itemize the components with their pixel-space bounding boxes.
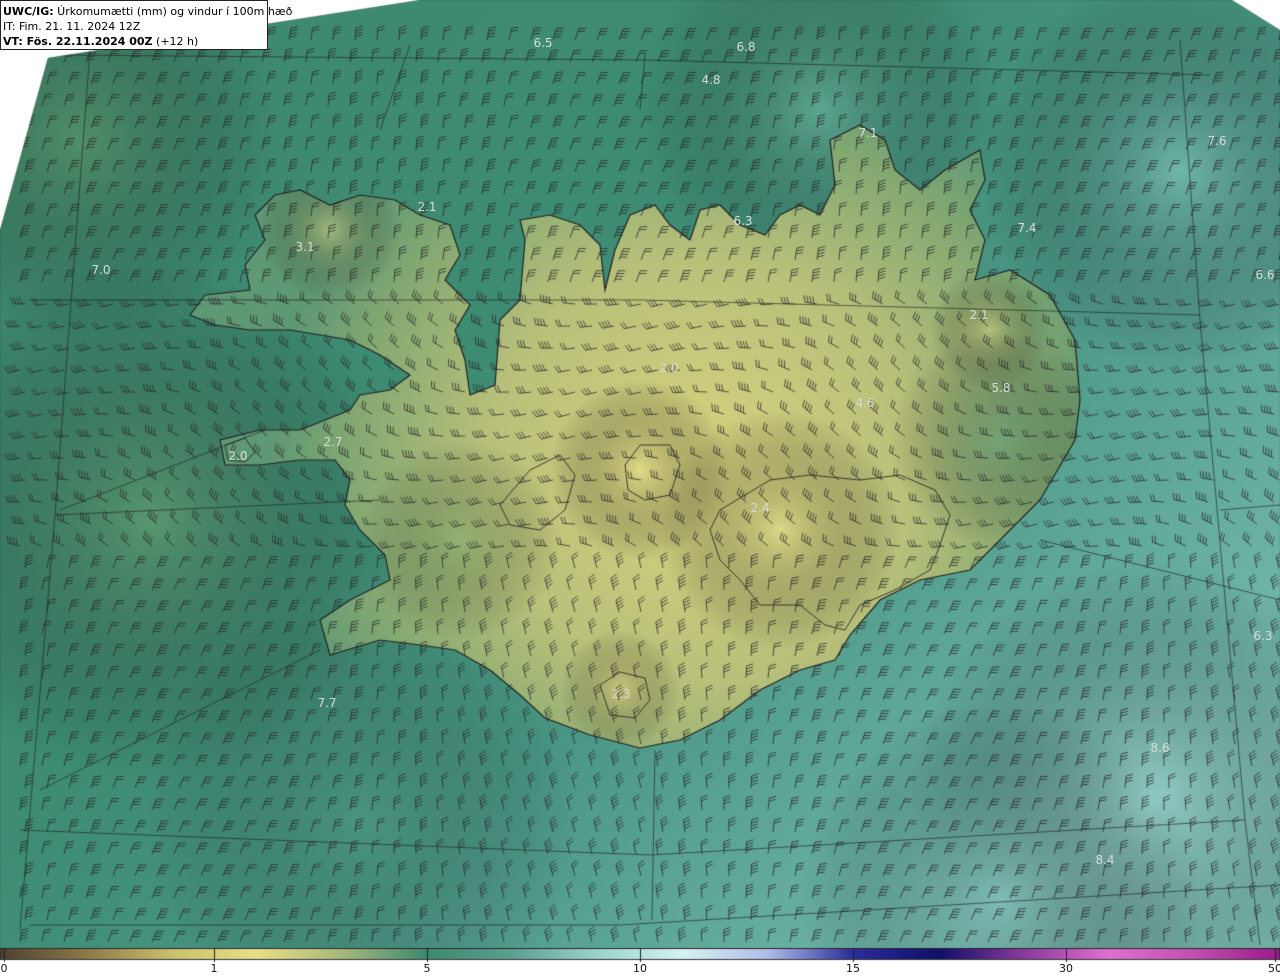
value-label: 2.1	[969, 308, 989, 322]
colorbar-tick: 30	[1059, 962, 1073, 975]
value-label: 4.8	[701, 73, 721, 87]
value-label: 7.6	[1207, 134, 1227, 148]
colorbar-tick: 5	[423, 962, 431, 975]
value-label: 6.6	[1255, 268, 1275, 282]
value-label: 6.8	[736, 40, 756, 54]
precipitation-wind-map	[0, 0, 1280, 948]
value-label: 2.0	[228, 449, 248, 463]
value-label: 7.0	[91, 263, 111, 277]
value-label: 5.8	[991, 381, 1011, 395]
colorbar-tick: 15	[846, 962, 860, 975]
colorbar-tick: 10	[633, 962, 647, 975]
value-label: 2.4	[750, 501, 770, 515]
title-line: UWC/IG: Úrkomumætti (mm) og vindur í 100…	[3, 4, 292, 19]
value-label: 4.6	[855, 396, 875, 410]
colorbar-tick: 50	[1268, 962, 1280, 975]
value-label: 8.6	[1150, 741, 1170, 755]
colorbar-tick: 0	[0, 962, 8, 975]
model-name: UWC/IG:	[3, 5, 54, 18]
value-label: 3.1	[295, 240, 315, 254]
value-label: 7.1	[858, 126, 878, 140]
forecast-lead: (+12 h)	[152, 35, 199, 48]
map-header: UWC/IG: Úrkomumætti (mm) og vindur í 100…	[0, 0, 292, 50]
value-label: 6.5	[533, 36, 553, 50]
init-time: IT: Fim. 21. 11. 2024 12Z	[3, 20, 141, 33]
valid-time: VT: Fös. 22.11.2024 00Z	[3, 35, 153, 48]
value-label: 7.7	[317, 696, 337, 710]
value-label: 2.7	[323, 435, 343, 449]
value-label: 6.3	[1253, 629, 1273, 643]
value-label: 7.4	[1017, 221, 1037, 235]
valid-time-line: VT: Fös. 22.11.2024 00Z (+12 h)	[3, 34, 267, 49]
value-label: 2.3	[611, 687, 631, 701]
map-title: Úrkomumætti (mm) og vindur í 100m hæð	[53, 5, 293, 18]
colorbar-tick: 1	[210, 962, 218, 975]
value-label: 2.1	[417, 200, 437, 214]
value-label: 2.0	[659, 361, 679, 375]
value-label: 6.3	[733, 214, 753, 228]
value-label: 8.4	[1095, 853, 1115, 867]
